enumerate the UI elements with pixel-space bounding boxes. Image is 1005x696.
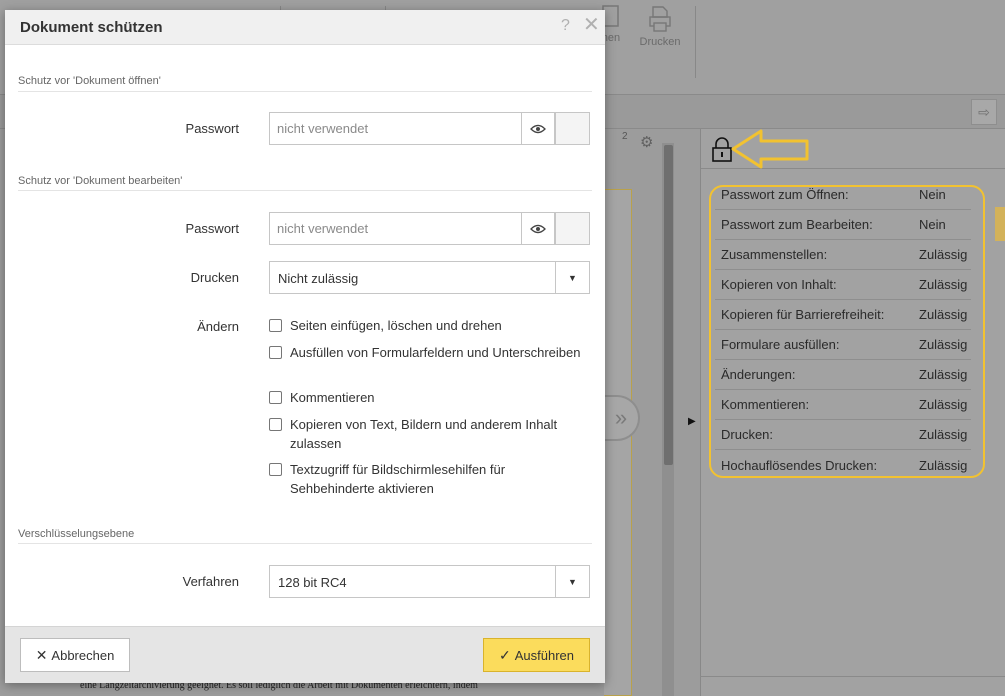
property-value: Nein <box>919 217 946 232</box>
section-encryption-label: Verschlüsselungsebene <box>18 528 135 540</box>
section-divider <box>18 190 592 191</box>
property-value: Zulässig <box>919 247 968 262</box>
apply-button[interactable]: ✓ Ausführen <box>483 638 590 672</box>
eye-icon <box>530 224 546 233</box>
dialog-title: Dokument schützen <box>20 19 163 36</box>
cancel-button-label: Abbrechen <box>51 647 115 663</box>
checkbox-row[interactable]: Kopieren von Text, Bildern und anderem I… <box>269 415 589 453</box>
print-label: Drucken <box>190 270 239 285</box>
chevron-down-icon[interactable]: ▼ <box>555 262 589 293</box>
gear-icon[interactable]: ⚙ <box>640 133 653 151</box>
checkbox-insert-pages[interactable] <box>269 319 282 332</box>
apply-button-label: Ausführen <box>514 647 574 663</box>
property-key: Hochauflösendes Drucken: <box>721 457 878 473</box>
property-row: Kopieren von Inhalt: Zulässig <box>715 270 971 300</box>
close-icon: ✕ <box>35 646 48 663</box>
scrollbar-thumb[interactable] <box>664 145 673 465</box>
checkbox-label: Kommentieren <box>290 390 375 405</box>
property-key: Passwort zum Bearbeiten: <box>721 217 873 232</box>
print-select-value: Nicht zulässig <box>278 271 359 286</box>
property-row: Passwort zum Bearbeiten: Nein <box>715 210 971 240</box>
close-icon[interactable]: ✕ <box>583 15 600 35</box>
property-row: Kommentieren: Zulässig <box>715 390 971 420</box>
help-icon[interactable]: ? <box>561 17 570 35</box>
properties-list: Passwort zum Öffnen: Nein Passwort zum Be… <box>715 180 971 480</box>
section-open-label: Schutz vor 'Dokument öffnen' <box>18 75 161 87</box>
encryption-method-select[interactable]: 128 bit RC4 ▼ <box>269 565 590 598</box>
document-page <box>604 189 632 696</box>
property-row: Änderungen: Zulässig <box>715 360 971 390</box>
property-value: Nein <box>919 187 946 202</box>
cancel-button[interactable]: ✕ Abbrechen <box>20 638 130 672</box>
security-properties-panel: Passwort zum Öffnen: Nein Passwort zum Be… <box>700 129 1005 696</box>
property-key: Kommentieren: <box>721 397 810 412</box>
edit-password-show-button[interactable] <box>521 212 555 245</box>
print-select[interactable]: Nicht zulässig ▼ <box>269 261 590 294</box>
checkmark-icon: ✓ <box>499 646 511 663</box>
property-value: Zulässig <box>919 397 968 412</box>
chevron-down-icon[interactable]: ▼ <box>555 566 589 597</box>
toolbar-print-label: Drucken <box>639 36 681 48</box>
printer-icon <box>649 6 671 32</box>
checkbox-label: Ausfüllen von Formularfeldern und Unters… <box>290 345 581 360</box>
property-value: Zulässig <box>919 277 968 292</box>
property-key: Drucken: <box>721 427 774 442</box>
property-key: Zusammenstellen: <box>721 247 828 262</box>
panel-divider <box>700 676 1005 677</box>
checkbox-label: Kopieren von Text, Bildern und anderem I… <box>290 417 558 451</box>
property-value: Zulässig <box>919 457 968 473</box>
property-key: Kopieren für Barrierefreiheit: <box>721 307 885 322</box>
property-row: Passwort zum Öffnen: Nein <box>715 180 971 210</box>
encryption-method-value: 128 bit RC4 <box>278 575 347 590</box>
panel-toggle-arrow-icon[interactable]: ▶ <box>688 416 696 427</box>
properties-header <box>701 129 1005 169</box>
protect-document-dialog: Dokument schützen ? ✕ Schutz vor 'Dokume… <box>5 10 605 683</box>
checkbox-row[interactable]: Seiten einfügen, löschen und drehen <box>269 316 589 335</box>
checkbox-copy-content[interactable] <box>269 418 282 431</box>
open-password-generate-button[interactable] <box>555 112 590 145</box>
property-row: Drucken: Zulässig <box>715 420 971 450</box>
section-divider <box>18 91 592 92</box>
property-key: Kopieren von Inhalt: <box>721 277 837 292</box>
property-value: Zulässig <box>919 427 968 442</box>
method-label: Verfahren <box>182 574 239 589</box>
dialog-footer: ✕ Abbrechen ✓ Ausführen <box>5 626 605 683</box>
property-row: Hochauflösendes Drucken: Zulässig <box>715 450 971 480</box>
forward-arrow-icon[interactable]: ⇨ <box>971 99 997 125</box>
checkbox-accessibility[interactable] <box>269 463 282 476</box>
toolbar-separator <box>695 6 696 78</box>
cropped-highlight <box>995 207 1005 241</box>
edit-password-input[interactable] <box>269 212 522 245</box>
edit-password-generate-button[interactable] <box>555 212 590 245</box>
property-key: Passwort zum Öffnen: <box>721 187 849 202</box>
checkbox-comment[interactable] <box>269 391 282 404</box>
property-value: Zulässig <box>919 367 968 382</box>
property-value: Zulässig <box>919 337 968 352</box>
dialog-header: Dokument schützen ? ✕ <box>5 10 605 45</box>
section-divider <box>18 543 592 544</box>
property-row: Zusammenstellen: Zulässig <box>715 240 971 270</box>
property-row: Formulare ausfüllen: Zulässig <box>715 330 971 360</box>
checkbox-label: Seiten einfügen, löschen und drehen <box>290 318 502 333</box>
change-label: Ändern <box>197 319 239 334</box>
checkbox-row[interactable]: Kommentieren <box>269 388 589 407</box>
eye-icon <box>530 124 546 133</box>
open-password-show-button[interactable] <box>521 112 555 145</box>
property-key: Formulare ausfüllen: <box>721 337 840 352</box>
checkbox-label: Textzugriff für Bildschirmlesehilfen für… <box>290 462 506 496</box>
open-password-label: Passwort <box>185 121 239 136</box>
edit-password-label: Passwort <box>185 221 239 236</box>
property-row: Kopieren für Barrierefreiheit: Zulässig <box>715 300 971 330</box>
section-edit-label: Schutz vor 'Dokument bearbeiten' <box>18 175 183 187</box>
arrow-left-callout-icon <box>731 129 809 169</box>
property-key: Änderungen: <box>721 367 796 382</box>
checkbox-row[interactable]: Textzugriff für Bildschirmlesehilfen für… <box>269 460 589 498</box>
page-number: 2 <box>622 131 628 142</box>
checkbox-row[interactable]: Ausfüllen von Formularfeldern und Unters… <box>269 343 589 362</box>
property-value: Zulässig <box>919 307 968 322</box>
toolbar-print-button[interactable]: Drucken <box>637 4 683 60</box>
checkbox-fill-forms[interactable] <box>269 346 282 359</box>
open-password-input[interactable] <box>269 112 522 145</box>
